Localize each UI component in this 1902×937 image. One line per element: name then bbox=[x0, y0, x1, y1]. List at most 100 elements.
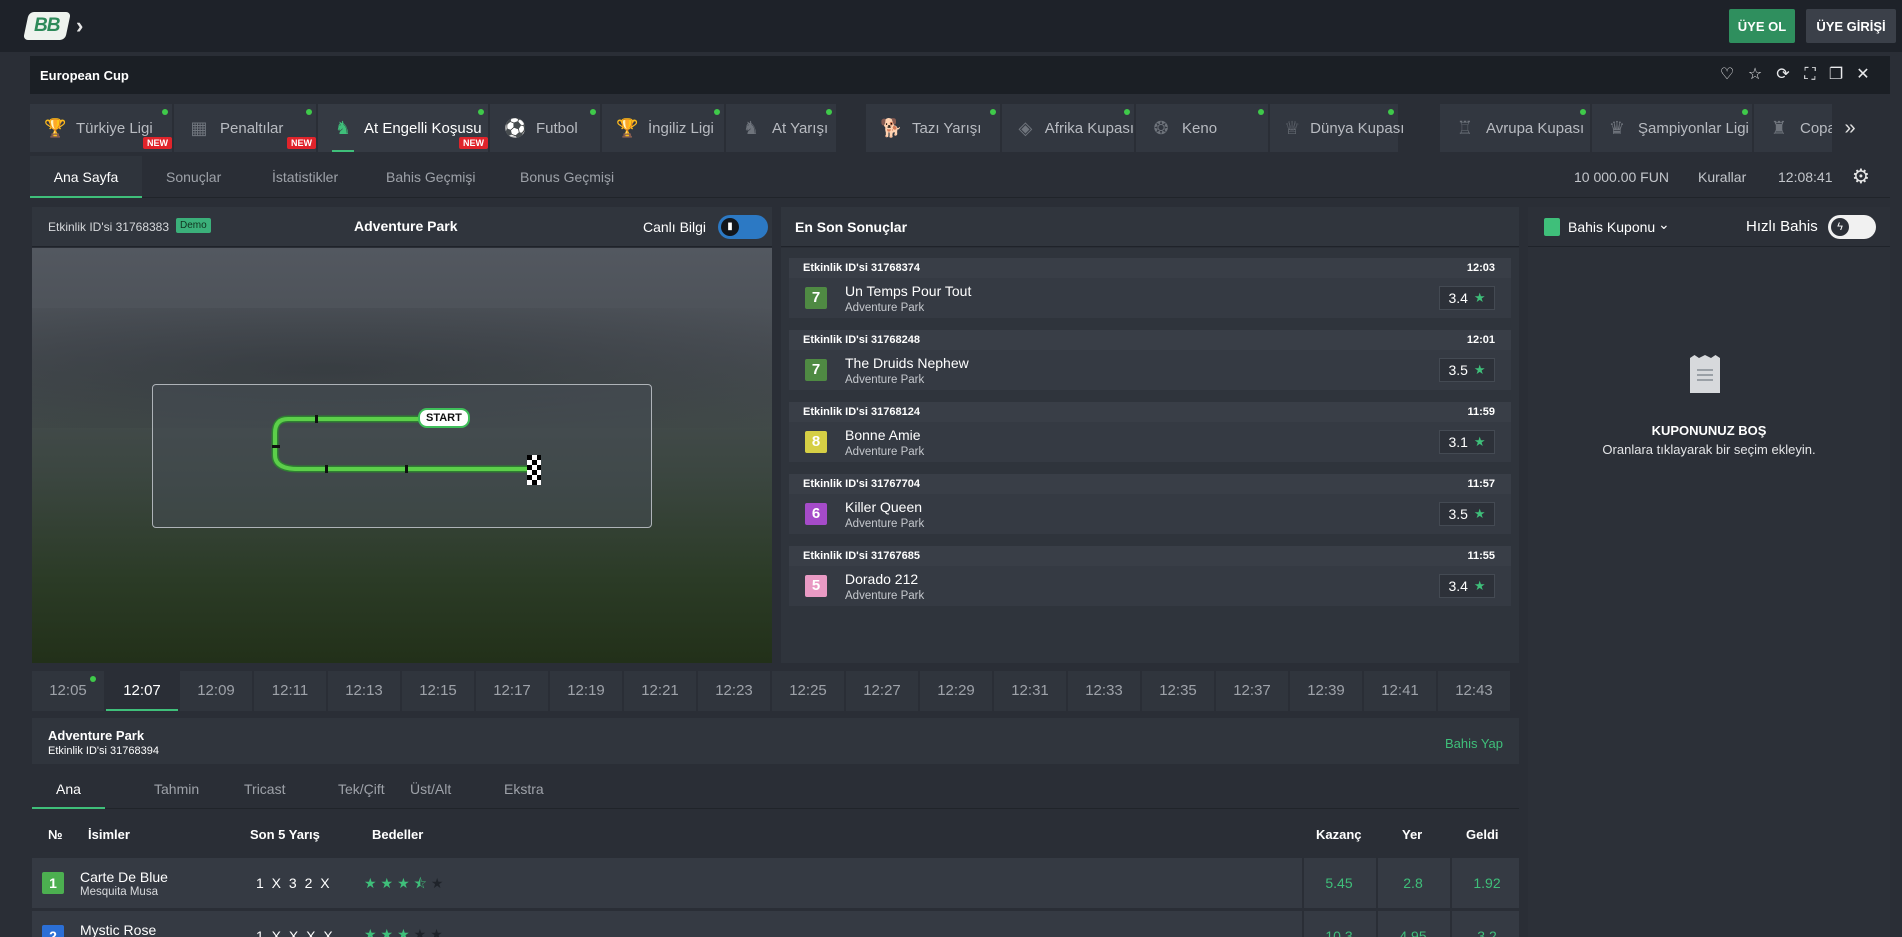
rules-link[interactable]: Kurallar bbox=[1698, 156, 1746, 198]
tab-bonus-gecmisi[interactable]: Bonus Geçmişi bbox=[500, 156, 634, 198]
close-icon[interactable]: ✕ bbox=[1854, 66, 1872, 84]
category-tab-ingiliz-ligi[interactable]: 🏆 İngiliz Ligi bbox=[602, 104, 724, 152]
odds-button[interactable]: 3.5 ★ bbox=[1439, 358, 1495, 382]
race-slot[interactable]: 12:23 bbox=[698, 671, 770, 711]
odds-button[interactable]: 3.4 ★ bbox=[1439, 574, 1495, 598]
tab-bahis-gecmisi[interactable]: Bahis Geçmişi bbox=[366, 156, 495, 198]
race-slot[interactable]: 12:11 bbox=[254, 671, 326, 711]
race-slot[interactable]: 12:19 bbox=[550, 671, 622, 711]
win-odds-button[interactable]: 10.3 bbox=[1302, 911, 1374, 937]
race-slot[interactable]: 12:05 bbox=[32, 671, 104, 711]
table-row: 2 Mystic Rose 1 X X X X ★★★★★ 10.3 4.95 … bbox=[32, 911, 1519, 937]
race-slot[interactable]: 12:39 bbox=[1290, 671, 1362, 711]
runner-name: Bonne Amie bbox=[845, 427, 921, 443]
category-tab-penaltilar[interactable]: ▦ Penaltılar NEW bbox=[174, 104, 316, 152]
brand-logo[interactable]: BB bbox=[23, 12, 71, 40]
heart-icon[interactable]: ♡ bbox=[1718, 66, 1736, 84]
horse-jump-icon: ♞ bbox=[334, 118, 352, 138]
tab-tahmin[interactable]: Tahmin bbox=[130, 769, 223, 809]
tab-ana[interactable]: Ana bbox=[32, 769, 105, 809]
venue-name: Adventure Park bbox=[845, 590, 925, 602]
bet-slip-title[interactable]: Bahis Kuponu bbox=[1568, 219, 1655, 235]
result-item: Etkinlik ID'si 31768374 12:03 7 Un Temps … bbox=[789, 258, 1511, 330]
star-icon: ★ bbox=[1473, 362, 1486, 377]
star-icon: ★ bbox=[1473, 578, 1486, 593]
place-bet-link[interactable]: Bahis Yap bbox=[1445, 736, 1503, 751]
new-badge: NEW bbox=[459, 137, 488, 149]
race-slot[interactable]: 12:31 bbox=[994, 671, 1066, 711]
track-marker bbox=[315, 415, 318, 423]
race-slot[interactable]: 12:41 bbox=[1364, 671, 1436, 711]
race-slot[interactable]: 12:25 bbox=[772, 671, 844, 711]
live-dot bbox=[1258, 109, 1264, 115]
race-slot[interactable]: 12:07 bbox=[106, 671, 178, 711]
tab-sonuclar[interactable]: Sonuçlar bbox=[146, 156, 241, 198]
window-icon[interactable]: ❐ bbox=[1827, 66, 1845, 84]
place-odds-button[interactable]: 2.8 bbox=[1376, 858, 1448, 908]
race-timeline: 12:05 12:07 12:09 12:11 12:13 12:15 12:1… bbox=[32, 671, 1519, 711]
bar-chart-icon: ▮ bbox=[721, 218, 739, 236]
empty-coupon-text: Oranlara tıklayarak bir seçim ekleyin. bbox=[1602, 442, 1816, 457]
odds-button[interactable]: 3.1 ★ bbox=[1439, 430, 1495, 454]
refresh-icon[interactable]: ⟳ bbox=[1774, 66, 1792, 84]
jockey-name: Mesquita Musa bbox=[80, 886, 158, 898]
win-odds-button[interactable]: 5.45 bbox=[1302, 858, 1374, 908]
new-badge: NEW bbox=[287, 137, 316, 149]
show-odds-button[interactable]: 1.92 bbox=[1450, 858, 1522, 908]
chevron-down-icon[interactable]: ⌄ bbox=[1658, 216, 1670, 233]
login-button[interactable]: ÜYE GİRİŞİ bbox=[1806, 9, 1896, 43]
gear-icon[interactable]: ⚙ bbox=[1852, 156, 1870, 198]
track-marker bbox=[405, 465, 408, 473]
live-dot bbox=[306, 109, 312, 115]
live-info-toggle[interactable]: ▮ bbox=[718, 215, 768, 239]
race-slot[interactable]: 12:09 bbox=[180, 671, 252, 711]
race-slot[interactable]: 12:29 bbox=[920, 671, 992, 711]
race-slot[interactable]: 12:33 bbox=[1068, 671, 1140, 711]
race-slot[interactable]: 12:35 bbox=[1142, 671, 1214, 711]
result-item: Etkinlik ID'si 31767685 11:55 5 Dorado 21… bbox=[789, 546, 1511, 618]
odds-button[interactable]: 3.5 ★ bbox=[1439, 502, 1495, 526]
odds-button[interactable]: 3.4 ★ bbox=[1439, 286, 1495, 310]
category-tab-turkiye-ligi[interactable]: 🏆 Türkiye Ligi NEW bbox=[30, 104, 172, 152]
tab-ust-alt[interactable]: Üst/Alt bbox=[386, 769, 475, 809]
race-slot[interactable]: 12:13 bbox=[328, 671, 400, 711]
category-tab-futbol[interactable]: ⚽ Futbol bbox=[490, 104, 600, 152]
place-odds-button[interactable]: 4.95 bbox=[1376, 911, 1448, 937]
category-tab-sampiyonlar-ligi[interactable]: ♛ Şampiyonlar Ligi bbox=[1592, 104, 1752, 152]
race-slot[interactable]: 12:17 bbox=[476, 671, 548, 711]
runner-name: Killer Queen bbox=[845, 499, 923, 515]
race-header: Adventure Park Etkinlik ID'si 31768394 B… bbox=[32, 718, 1519, 764]
chevrons-right-icon[interactable]: » bbox=[1832, 104, 1868, 152]
live-dot bbox=[990, 109, 996, 115]
live-info-label: Canlı Bilgi bbox=[643, 219, 707, 235]
category-tab-keno[interactable]: ❂ Keno bbox=[1136, 104, 1268, 152]
tab-ekstra[interactable]: Ekstra bbox=[480, 769, 568, 809]
category-tab-at-yarisi[interactable]: ♞ At Yarışı bbox=[726, 104, 836, 152]
tab-istatistikler[interactable]: İstatistikler bbox=[252, 156, 358, 198]
soccer-ball-icon: ⚽ bbox=[504, 118, 527, 138]
fast-bet-toggle[interactable]: ϟ bbox=[1828, 215, 1876, 239]
category-tab-at-engelli-kosusu[interactable]: ♞ At Engelli Koşusu NEW bbox=[318, 104, 488, 152]
category-tab-afrika-kupasi[interactable]: ◈ Afrika Kupası bbox=[1002, 104, 1134, 152]
race-slot[interactable]: 12:37 bbox=[1216, 671, 1288, 711]
runner-number: 7 bbox=[805, 287, 827, 309]
star-icon[interactable]: ☆ bbox=[1746, 66, 1764, 84]
tab-ana-sayfa[interactable]: Ana Sayfa bbox=[30, 156, 142, 198]
race-slot[interactable]: 12:27 bbox=[846, 671, 918, 711]
world-cup-icon: ♕ bbox=[1284, 118, 1301, 138]
race-slot[interactable]: 12:21 bbox=[624, 671, 696, 711]
chevron-right-icon[interactable]: › bbox=[76, 13, 83, 39]
category-tab-tazi-yarisi[interactable]: 🐕 Tazı Yarışı bbox=[866, 104, 1000, 152]
track-marker bbox=[325, 465, 328, 473]
category-tab-dunya-kupasi[interactable]: ♕ Dünya Kupası bbox=[1270, 104, 1404, 152]
tab-tricast[interactable]: Tricast bbox=[220, 769, 309, 809]
race-slot[interactable]: 12:43 bbox=[1438, 671, 1510, 711]
show-odds-button[interactable]: 3.2 bbox=[1450, 911, 1522, 937]
register-button[interactable]: ÜYE OL bbox=[1729, 9, 1795, 43]
race-slot[interactable]: 12:15 bbox=[402, 671, 474, 711]
star-icon: ★ bbox=[1473, 434, 1486, 449]
results-title: En Son Sonuçlar bbox=[795, 219, 908, 235]
fullscreen-icon[interactable]: ⛶ bbox=[1801, 66, 1819, 84]
track-marker bbox=[272, 445, 280, 448]
category-tab-avrupa-kupasi[interactable]: ♖ Avrupa Kupası bbox=[1440, 104, 1590, 152]
